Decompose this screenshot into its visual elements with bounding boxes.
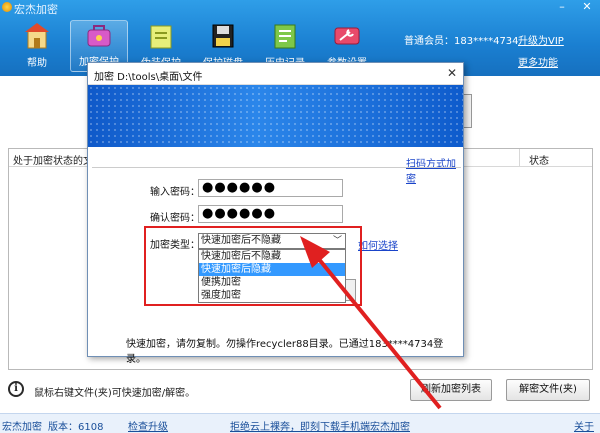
home-icon [25,23,49,49]
disk-icon [212,24,234,48]
refresh-list-button[interactable]: 刷新加密列表 [410,379,492,401]
member-info: 普通会员：183****4734 [404,36,519,47]
window-controls: – ✕ [551,0,598,14]
info-icon: i [8,381,24,397]
banner-world-map [88,85,463,147]
toolbar-help[interactable]: 帮助 [8,20,66,72]
dialog-title: 加密 D:\tools\桌面\文件 [94,72,203,83]
promo-link[interactable]: 拒绝云上裸奔，即刻下载手机端宏杰加密 [230,418,410,433]
check-update-link[interactable]: 检查升级 [128,418,168,433]
toolbar-help-label: 帮助 [27,58,47,69]
app-title: 宏杰加密 [14,3,58,16]
minimize-button[interactable]: – [551,0,573,14]
wrench-icon [334,27,360,45]
confirm-password-input[interactable]: ●●●●●● [198,205,343,223]
status-brand: 宏杰加密 [2,422,42,433]
password-input[interactable]: ●●●●●● [198,179,343,197]
folder-icon [150,25,172,49]
status-bar: 宏杰加密 版本：6108 检查升级 拒绝云上裸奔，即刻下载手机端宏杰加密 关于 [0,413,600,433]
dialog-footer-note: 快速加密，请勿复制。勿操作recycler88目录。已通过183****4734… [126,339,444,365]
dialog-close-icon[interactable]: ✕ [447,66,457,80]
upgrade-vip-link[interactable]: 升级为VIP [518,32,564,47]
encrypt-dialog: 加密 D:\tools\桌面\文件 ✕ 扫码方式加密 输入密码： ●●●●●● … [87,62,464,365]
password-label: 输入密码： [150,187,200,198]
confirm-password-label: 确认密码： [150,213,200,224]
app-logo-icon [2,2,12,12]
decrypt-button[interactable]: 解密文件(夹) [506,379,590,401]
right-click-hint: 鼠标右键文件(夹)可快速加密/解密。 [34,388,196,399]
bag-icon [87,25,111,47]
how-to-choose-link[interactable]: 如何选择 [358,237,398,252]
dialog-divider [92,167,461,168]
history-icon [274,24,296,49]
about-link[interactable]: 关于 [574,418,594,433]
close-button[interactable]: ✕ [576,0,598,14]
status-version: 版本：6108 [48,422,104,433]
dialog-titlebar: 加密 D:\tools\桌面\文件 ✕ [88,63,463,85]
more-features-link[interactable]: 更多功能 [518,54,558,69]
annotation-highlight-box [144,226,362,306]
dialog-banner [88,85,463,147]
column-divider [519,149,520,167]
scan-code-encrypt-link[interactable]: 扫码方式加密 [406,155,463,185]
column-status[interactable]: 状态 [529,152,549,167]
